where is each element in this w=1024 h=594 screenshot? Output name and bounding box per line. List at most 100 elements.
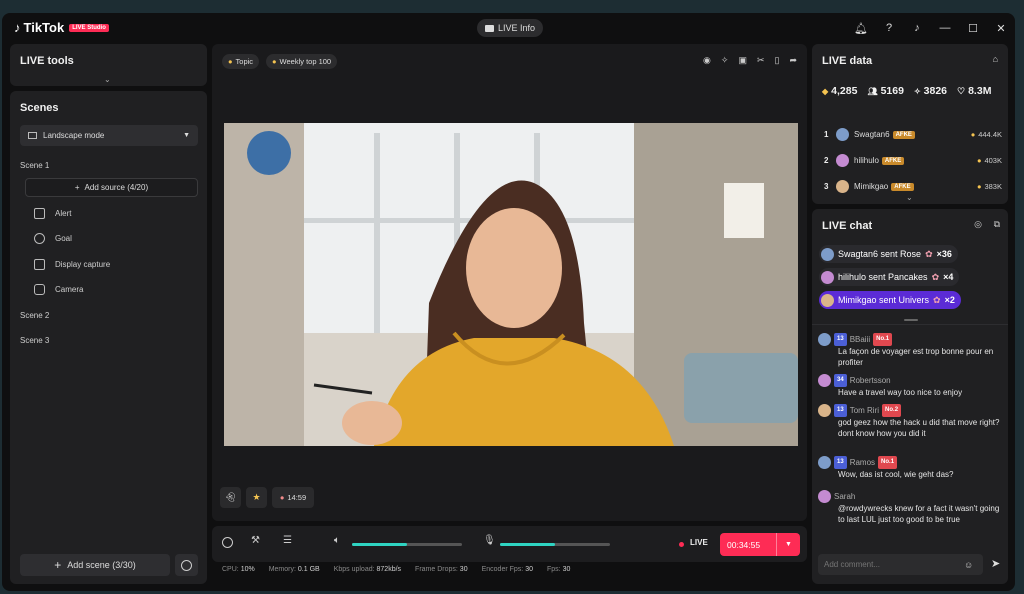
magic-wand-icon[interactable]: ⚒ xyxy=(251,535,260,546)
settings-icon[interactable] xyxy=(222,537,233,548)
message-username: Ramos xyxy=(849,458,876,467)
add-source-button[interactable]: + Add source (4/20) xyxy=(25,178,198,197)
rank-number: 1 xyxy=(824,130,829,139)
comment-input-box[interactable]: ☺ xyxy=(818,554,983,575)
source-label: Goal xyxy=(55,234,72,243)
microphone-icon[interactable]: 🎙︎ xyxy=(483,535,496,546)
topic-label: Topic xyxy=(235,57,254,66)
palette-icon xyxy=(181,559,192,571)
dropdown-arrow-icon[interactable]: ▼ xyxy=(776,533,800,556)
level-badge: 34 xyxy=(834,374,847,387)
app-window: ♪ TikTok LIVE Studio LIVE Info 🔔︎ ? ♪ — … xyxy=(2,13,1015,591)
expand-chevron-icon[interactable]: ⌄ xyxy=(906,193,913,202)
source-goal[interactable]: Goal xyxy=(34,233,72,244)
bell-icon[interactable]: 🔔︎ xyxy=(847,22,875,35)
likers-stat: ✧ 3826 xyxy=(914,85,947,97)
source-label: Display capture xyxy=(55,260,111,269)
gift-icon: ✿ xyxy=(931,271,940,282)
source-camera[interactable]: Camera xyxy=(34,284,83,295)
effects-icon[interactable]: ✧ xyxy=(721,55,729,66)
ranking-row[interactable]: 1 Swagtan6 AFKE ● 444.4K xyxy=(824,128,1002,141)
studio-badge: LIVE Studio xyxy=(69,23,109,32)
help-icon[interactable]: ? xyxy=(875,22,903,34)
stat-label: Memory: xyxy=(268,566,296,573)
layout-icon[interactable]: ▣ xyxy=(738,55,747,66)
live-chat-title: LIVE chat xyxy=(822,220,873,232)
rank-badge: No.2 xyxy=(882,404,902,417)
likes-value: 8.3M xyxy=(968,85,992,97)
mic-volume-fill xyxy=(500,543,555,546)
theme-button[interactable] xyxy=(175,554,198,576)
tiktok-small-icon[interactable]: ♪ xyxy=(903,22,931,34)
live-info-label: LIVE Info xyxy=(498,23,536,33)
topic-icon: ● xyxy=(228,57,233,66)
diamond-icon: ◆ xyxy=(822,86,829,96)
widget-timer[interactable]: ● 14:59 xyxy=(272,487,314,508)
maximize-icon[interactable]: ☐ xyxy=(959,22,987,35)
popout-icon[interactable]: ⧉ xyxy=(994,219,1000,230)
ranking-score: ● 403K xyxy=(977,156,1002,165)
rank-number: 2 xyxy=(824,156,829,165)
chat-message[interactable]: 13 Ramos No.1 Wow, das ist cool, wie geht d… xyxy=(818,456,1006,480)
mic-volume-slider[interactable] xyxy=(500,543,610,546)
chat-message[interactable]: 34 Robertsson Have a travel way too nice t… xyxy=(818,374,1006,398)
live-info-button[interactable]: LIVE Info xyxy=(477,19,544,37)
stats-summary: ◆ 4,285 👥︎ 5169 ✧ 3826 ♡ 8.3M xyxy=(822,85,991,97)
camera-preview-image xyxy=(224,123,798,446)
widget-cat[interactable]: ★ xyxy=(246,487,267,508)
score-value: 444.4K xyxy=(978,130,1002,139)
adjust-icon[interactable]: ☰ xyxy=(283,535,292,546)
chat-message[interactable]: 13 BBaiii No.1 La façon de voyager est trop… xyxy=(818,333,1006,368)
expand-chevron-icon[interactable]: ⌄ xyxy=(104,75,111,84)
message-text: La façon de voyager est trop bonne pour … xyxy=(838,347,994,367)
weekly-chip[interactable]: ● Weekly top 100 xyxy=(266,54,338,69)
phone-icon[interactable]: ▯ xyxy=(775,55,780,66)
close-icon[interactable]: ✕ xyxy=(987,22,1015,35)
heart-icon: ♡ xyxy=(957,85,966,96)
chat-message[interactable]: Sarah @rowdywrecks knew for a fact it was… xyxy=(818,490,1006,525)
monitor-icon xyxy=(28,132,37,139)
scene-2[interactable]: Scene 2 xyxy=(20,311,49,320)
source-alert[interactable]: Alert xyxy=(34,208,71,219)
message-meta: 34 Robertsson xyxy=(818,374,1006,387)
speaker-volume-fill xyxy=(352,543,407,546)
add-scene-button[interactable]: + Add scene (3/30) xyxy=(20,554,170,576)
home-icon[interactable]: ⌂ xyxy=(993,54,998,64)
chat-message[interactable]: 13 Tom Riri No.2 god geez how the hack u di… xyxy=(818,404,1006,439)
mode-label: Landscape mode xyxy=(43,131,105,140)
minimize-icon[interactable]: — xyxy=(931,22,959,34)
record-icon[interactable]: ◉ xyxy=(703,55,711,66)
scene-3[interactable]: Scene 3 xyxy=(20,336,49,345)
avatar xyxy=(818,333,831,346)
message-username: Robertsson xyxy=(849,376,891,385)
gift-notification: Mimikgao sent Univers ✿ ×2 xyxy=(819,291,961,309)
send-icon[interactable]: ➤ xyxy=(991,557,1000,570)
end-live-button[interactable]: 00:34:55 ▼ xyxy=(720,533,800,556)
avatar xyxy=(818,456,831,469)
ranking-row[interactable]: 2 hilihulo AFKE ● 403K xyxy=(824,154,1002,167)
avatar xyxy=(836,180,849,193)
message-meta: 13 BBaiii No.1 xyxy=(818,333,1006,346)
topic-chip[interactable]: ● Topic xyxy=(222,54,260,69)
scene-1[interactable]: Scene 1 xyxy=(20,161,49,170)
comment-input[interactable] xyxy=(824,560,964,569)
fire-icon: ● xyxy=(272,57,277,66)
ranking-row[interactable]: 3 Mimikgao AFKE ● 383K xyxy=(824,180,1002,193)
mode-select[interactable]: Landscape mode ▼ xyxy=(20,125,198,146)
widget-row: 👻︎ ★ ● 14:59 xyxy=(220,487,314,508)
viewers-value: 5169 xyxy=(880,85,904,97)
add-scene-label: Add scene (3/30) xyxy=(67,560,136,570)
speaker-volume-slider[interactable] xyxy=(352,543,462,546)
gift-text: Mimikgao sent Univers xyxy=(838,295,930,305)
source-display-capture[interactable]: Display capture xyxy=(34,259,110,270)
share-icon[interactable]: ➦ xyxy=(789,55,797,66)
divider-handle[interactable] xyxy=(904,319,918,321)
tools-icon[interactable]: ✂ xyxy=(757,55,765,66)
widget-ghost[interactable]: 👻︎ xyxy=(220,487,241,508)
avatar xyxy=(818,490,831,503)
timer-label: 14:59 xyxy=(287,493,307,502)
emoji-icon[interactable]: ☺ xyxy=(964,560,973,570)
speaker-icon[interactable]: 🔈︎ xyxy=(334,535,340,546)
app-name: TikTok xyxy=(23,20,65,35)
chat-settings-icon[interactable]: ◎ xyxy=(974,219,982,230)
